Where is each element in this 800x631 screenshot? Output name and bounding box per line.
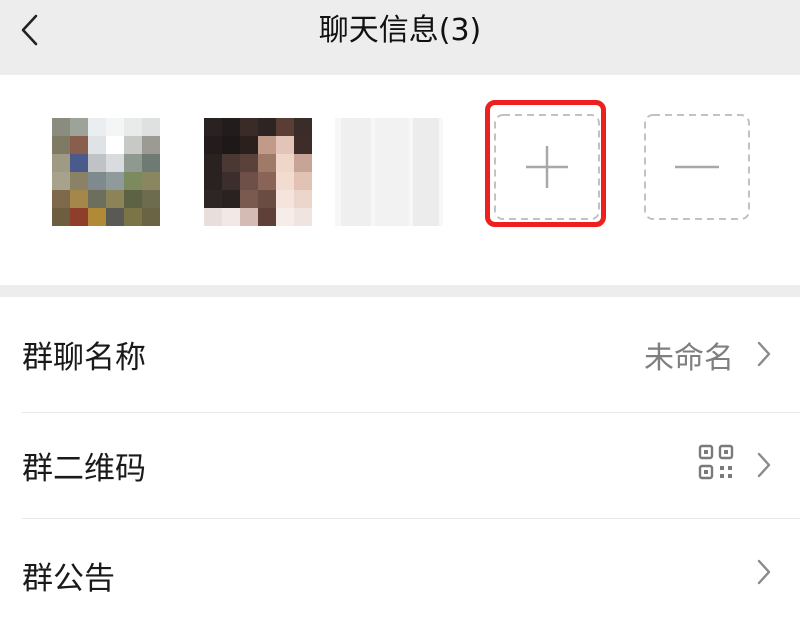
add-member-button[interactable]: [493, 113, 601, 221]
member-avatar[interactable]: [204, 118, 312, 226]
remove-member-button[interactable]: [643, 113, 751, 221]
group-qr-row[interactable]: 群二维码: [0, 413, 800, 518]
group-notice-label: 群公告: [22, 560, 115, 597]
group-name-label: 群聊名称: [22, 340, 146, 376]
minus-icon: [644, 114, 750, 220]
group-notice-row[interactable]: 群公告: [0, 519, 800, 600]
member-avatar[interactable]: [52, 118, 160, 226]
group-name-value: 未命名: [644, 340, 734, 376]
member-avatar[interactable]: [335, 118, 443, 226]
chevron-right-icon: [757, 559, 771, 585]
group-qr-label: 群二维码: [22, 451, 146, 487]
qr-code-icon: [698, 444, 734, 480]
page-title: 聊天信息(3): [318, 13, 482, 48]
chevron-right-icon: [757, 341, 771, 367]
chevron-right-icon: [757, 452, 771, 478]
plus-icon: [494, 114, 600, 220]
section-separator: [0, 285, 800, 297]
member-grid: [0, 75, 800, 285]
top-bar: 聊天信息(3): [0, 0, 800, 75]
group-name-row[interactable]: 群聊名称 未命名: [0, 297, 800, 412]
